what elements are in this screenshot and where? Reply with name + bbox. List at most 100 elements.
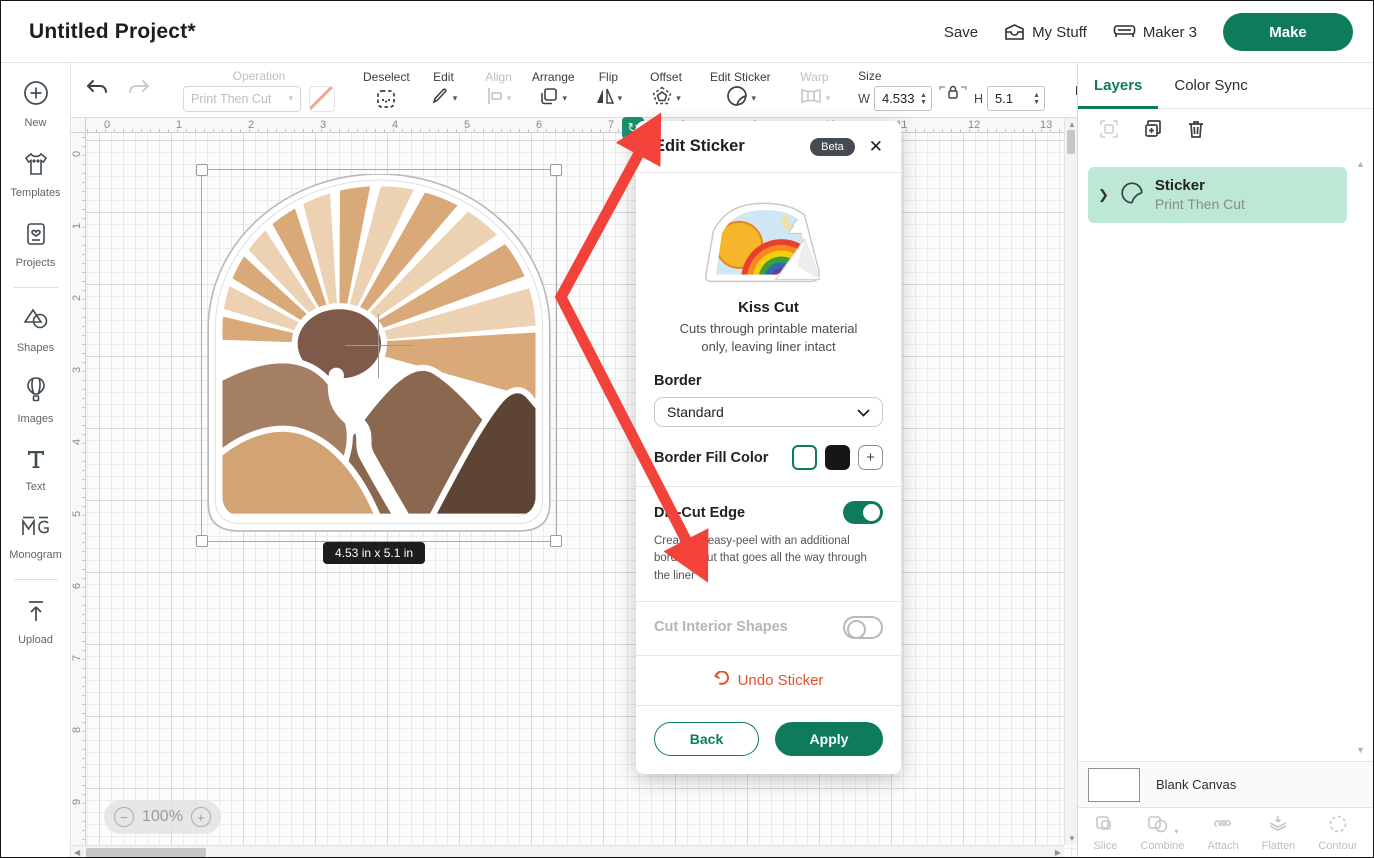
header-actions: Save My Stuff Maker 3 Make bbox=[944, 1, 1353, 63]
deselect-button[interactable]: Deselect bbox=[353, 63, 420, 117]
die-cut-edge-toggle[interactable] bbox=[843, 501, 883, 524]
sidebar-item-shapes[interactable]: Shapes bbox=[1, 306, 70, 354]
upload-icon bbox=[24, 598, 48, 629]
border-color-black-swatch[interactable] bbox=[825, 445, 850, 470]
edit-button[interactable]: Edit ▾ bbox=[420, 63, 468, 117]
horizontal-scroll-thumb[interactable] bbox=[86, 848, 206, 857]
flip-button[interactable]: Flip ▾ bbox=[585, 63, 633, 117]
back-button[interactable]: Back bbox=[654, 722, 759, 756]
sidebar-item-images[interactable]: Images bbox=[1, 376, 70, 425]
offset-button[interactable]: Offset ▾ bbox=[640, 63, 692, 117]
contour-button[interactable]: Contour bbox=[1318, 814, 1357, 852]
layer-list: ❯ Sticker Print Then Cut ▲ ▼ bbox=[1078, 153, 1373, 761]
edit-sticker-title: Edit Sticker bbox=[654, 137, 800, 156]
edit-sticker-button[interactable]: Edit Sticker ▾ bbox=[700, 63, 781, 117]
border-select[interactable]: Standard bbox=[654, 397, 883, 427]
kiss-cut-illustration bbox=[654, 195, 883, 291]
monogram-icon bbox=[19, 515, 53, 544]
layers-panel: Layers Color Sync ❯ Sticker Prin bbox=[1077, 63, 1373, 857]
attach-button[interactable]: Attach bbox=[1207, 814, 1238, 852]
tab-color-sync[interactable]: Color Sync bbox=[1158, 63, 1263, 108]
layers-scroll-up-arrow[interactable]: ▲ bbox=[1356, 159, 1365, 169]
slice-icon bbox=[1094, 814, 1116, 837]
delete-icon[interactable] bbox=[1186, 118, 1206, 145]
height-stepper[interactable]: ▲▼ bbox=[1033, 92, 1040, 106]
vertical-scroll-thumb[interactable] bbox=[1067, 130, 1075, 154]
blank-canvas-row[interactable]: Blank Canvas bbox=[1078, 761, 1373, 807]
warp-button[interactable]: Warp ▾ bbox=[789, 63, 841, 117]
tab-layers[interactable]: Layers bbox=[1078, 63, 1158, 108]
combine-icon: ▾ bbox=[1146, 814, 1178, 837]
scroll-down-arrow[interactable]: ▼ bbox=[1068, 834, 1076, 843]
make-button[interactable]: Make bbox=[1223, 13, 1353, 51]
redo-button[interactable] bbox=[127, 78, 151, 103]
new-plus-icon bbox=[22, 79, 50, 112]
operation-select[interactable]: Print Then Cut▾ bbox=[183, 86, 301, 112]
cut-interior-shapes-toggle[interactable] bbox=[843, 616, 883, 639]
canvas-color-swatch[interactable] bbox=[1088, 768, 1140, 802]
undo-button[interactable] bbox=[85, 78, 109, 103]
zoom-in-button[interactable]: + bbox=[191, 807, 211, 827]
flatten-button[interactable]: Flatten bbox=[1262, 814, 1296, 852]
sidebar-divider bbox=[14, 287, 58, 288]
sidebar-item-templates[interactable]: Templates bbox=[1, 151, 70, 199]
sticker-icon bbox=[725, 84, 749, 113]
canvas-horizontal-scrollbar[interactable]: ◀ ▶ bbox=[71, 845, 1064, 858]
shapes-icon bbox=[22, 306, 50, 337]
add-color-button[interactable]: + bbox=[858, 445, 883, 470]
align-icon bbox=[486, 86, 504, 111]
combine-button[interactable]: ▾ Combine bbox=[1140, 814, 1184, 852]
machine-select-button[interactable]: Maker 3 bbox=[1113, 24, 1197, 41]
selection-handle-top-left[interactable] bbox=[196, 164, 208, 176]
width-input[interactable]: 4.533 ▲▼ bbox=[874, 86, 932, 111]
panel-tabs: Layers Color Sync bbox=[1078, 63, 1373, 109]
tshirt-icon bbox=[22, 151, 50, 182]
scroll-left-arrow[interactable]: ◀ bbox=[74, 848, 80, 857]
arrange-button[interactable]: Arrange ▾ bbox=[522, 63, 585, 117]
expand-chevron-icon[interactable]: ❯ bbox=[1098, 187, 1109, 203]
design-canvas[interactable]: 012345678910111213 0123456789 bbox=[71, 118, 1077, 858]
layer-actions-bar: Slice ▾ Combine Attach Flatten Contour bbox=[1078, 807, 1373, 857]
arrange-icon bbox=[539, 86, 559, 111]
inbox-icon bbox=[1004, 23, 1025, 41]
selection-handle-top-right[interactable] bbox=[550, 164, 562, 176]
offset-icon bbox=[651, 85, 673, 112]
height-input[interactable]: 5.1 ▲▼ bbox=[987, 86, 1045, 111]
sidebar-item-text[interactable]: Text bbox=[1, 447, 70, 493]
scroll-right-arrow[interactable]: ▶ bbox=[1055, 848, 1061, 857]
selection-bounding-box[interactable] bbox=[201, 169, 557, 542]
edit-sticker-panel: Edit Sticker Beta ✕ bbox=[636, 121, 901, 774]
layer-operation: Print Then Cut bbox=[1155, 196, 1245, 214]
selection-handle-bottom-left[interactable] bbox=[196, 535, 208, 547]
sidebar-item-new[interactable]: New bbox=[1, 79, 70, 129]
close-icon[interactable]: ✕ bbox=[869, 137, 883, 157]
width-stepper[interactable]: ▲▼ bbox=[920, 92, 927, 106]
group-icon[interactable] bbox=[1098, 118, 1120, 145]
canvas-vertical-scrollbar[interactable]: ▲ ▼ bbox=[1064, 118, 1077, 845]
duplicate-icon[interactable] bbox=[1142, 118, 1164, 145]
slice-button[interactable]: Slice bbox=[1094, 814, 1118, 852]
flip-icon bbox=[595, 86, 615, 111]
size-lock-button[interactable] bbox=[938, 82, 968, 104]
ruler-horizontal: 012345678910111213 bbox=[86, 118, 1077, 133]
die-cut-edge-description: Create an easy-peel with an additional b… bbox=[654, 533, 883, 585]
align-button[interactable]: Align ▾ bbox=[475, 63, 522, 117]
apply-button[interactable]: Apply bbox=[775, 722, 883, 756]
zoom-out-button[interactable]: − bbox=[114, 807, 134, 827]
sidebar-item-projects[interactable]: Projects bbox=[1, 221, 70, 269]
sidebar-item-upload[interactable]: Upload bbox=[1, 598, 70, 646]
attach-icon bbox=[1211, 814, 1235, 837]
layers-scroll-down-arrow[interactable]: ▼ bbox=[1356, 745, 1365, 755]
text-icon bbox=[24, 447, 48, 476]
save-button[interactable]: Save bbox=[944, 24, 978, 41]
sidebar-item-monogram[interactable]: Monogram bbox=[1, 515, 70, 561]
selection-size-tooltip: 4.53 in x 5.1 in bbox=[323, 542, 425, 564]
layer-row-sticker[interactable]: ❯ Sticker Print Then Cut bbox=[1088, 167, 1347, 223]
my-stuff-button[interactable]: My Stuff bbox=[1004, 23, 1087, 41]
scroll-up-arrow[interactable]: ▲ bbox=[1068, 120, 1076, 129]
operation-color-swatch[interactable] bbox=[309, 86, 335, 112]
undo-sticker-link[interactable]: Undo Sticker bbox=[654, 656, 883, 705]
selection-handle-bottom-right[interactable] bbox=[550, 535, 562, 547]
border-color-white-swatch[interactable] bbox=[792, 445, 817, 470]
operation-label: Operation bbox=[233, 69, 286, 83]
